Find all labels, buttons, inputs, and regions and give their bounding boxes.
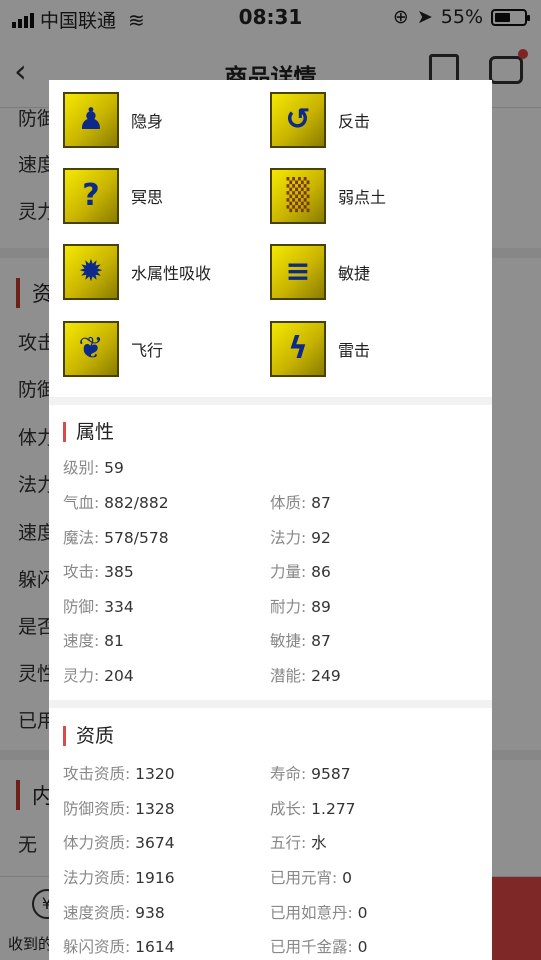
skill-name: 敏捷 bbox=[338, 264, 371, 283]
earth-weakness-icon: ▒ bbox=[270, 168, 326, 224]
aptitude-card: 资质 攻击资质: 1320 寿命: 9587 防御资质: 1328 成长: 1.… bbox=[49, 708, 492, 960]
attr-item: 潜能: 249 bbox=[270, 667, 341, 685]
attr-item: 魔法: 578/578 bbox=[63, 529, 169, 547]
attr-item: 体质: 87 bbox=[270, 494, 331, 512]
skill-item[interactable]: ♟ 隐身 bbox=[63, 91, 263, 149]
skill-item[interactable]: ϟ 雷击 bbox=[270, 320, 470, 378]
skill-item[interactable]: ▒ 弱点土 bbox=[270, 167, 470, 225]
water-absorb-icon: ✹ bbox=[63, 244, 119, 300]
counter-arrow-icon: ↺ bbox=[270, 92, 326, 148]
aptitude-item: 法力资质: 1916 bbox=[63, 869, 175, 887]
attr-item: 攻击: 385 bbox=[63, 563, 134, 581]
attr-item: 防御: 334 bbox=[63, 598, 134, 616]
attr-item: 敏捷: 87 bbox=[270, 632, 331, 650]
skill-name: 反击 bbox=[338, 112, 371, 131]
skill-item[interactable]: ✹ 水属性吸收 bbox=[63, 243, 263, 301]
attr-item: 力量: 86 bbox=[270, 563, 331, 581]
aptitude-item: 寿命: 9587 bbox=[270, 765, 351, 783]
skill-name: 飞行 bbox=[131, 341, 164, 360]
attributes-card: 属性 级别: 59 气血: 882/882 体质: 87 魔法: 578/578… bbox=[49, 405, 492, 700]
skill-item[interactable]: ↺ 反击 bbox=[270, 91, 470, 149]
skills-card: ♟ 隐身 ↺ 反击 ? 冥思 ▒ 弱点土 ✹ 水属性吸收 ≡ 敏捷 ❦ 飞行 ϟ bbox=[49, 80, 492, 397]
skill-item[interactable]: ? 冥思 bbox=[63, 167, 263, 225]
aptitude-item: 攻击资质: 1320 bbox=[63, 765, 175, 783]
skill-name: 水属性吸收 bbox=[131, 264, 212, 283]
attr-level: 级别: 59 bbox=[63, 459, 124, 477]
attr-item: 气血: 882/882 bbox=[63, 494, 169, 512]
aptitude-item: 已用如意丹: 0 bbox=[270, 904, 368, 922]
lightning-icon: ϟ bbox=[270, 321, 326, 377]
skill-name: 冥思 bbox=[131, 188, 164, 207]
meditation-icon: ? bbox=[63, 168, 119, 224]
aptitude-item: 速度资质: 938 bbox=[63, 904, 165, 922]
aptitude-item: 已用千金露: 0 bbox=[270, 938, 368, 956]
section-title: 资质 bbox=[63, 726, 114, 746]
aptitude-item: 躲闪资质: 1614 bbox=[63, 938, 175, 956]
wing-icon: ❦ bbox=[63, 321, 119, 377]
skill-name: 雷击 bbox=[338, 341, 371, 360]
aptitude-item: 防御资质: 1328 bbox=[63, 800, 175, 818]
attr-item: 耐力: 89 bbox=[270, 598, 331, 616]
skill-item[interactable]: ❦ 飞行 bbox=[63, 320, 263, 378]
agility-icon: ≡ bbox=[270, 244, 326, 300]
skill-name: 弱点土 bbox=[338, 188, 387, 207]
attr-item: 速度: 81 bbox=[63, 632, 124, 650]
aptitude-item: 已用元宵: 0 bbox=[270, 869, 353, 887]
aptitude-item: 体力资质: 3674 bbox=[63, 834, 175, 852]
skill-name: 隐身 bbox=[131, 112, 164, 131]
attr-item: 灵力: 204 bbox=[63, 667, 134, 685]
skill-item[interactable]: ≡ 敏捷 bbox=[270, 243, 470, 301]
aptitude-item: 五行: 水 bbox=[270, 834, 327, 852]
pet-detail-popup: ♟ 隐身 ↺ 反击 ? 冥思 ▒ 弱点土 ✹ 水属性吸收 ≡ 敏捷 ❦ 飞行 ϟ bbox=[49, 80, 492, 960]
attr-item: 法力: 92 bbox=[270, 529, 331, 547]
section-title: 属性 bbox=[63, 422, 114, 442]
figure-icon: ♟ bbox=[63, 92, 119, 148]
aptitude-item: 成长: 1.277 bbox=[270, 800, 356, 818]
